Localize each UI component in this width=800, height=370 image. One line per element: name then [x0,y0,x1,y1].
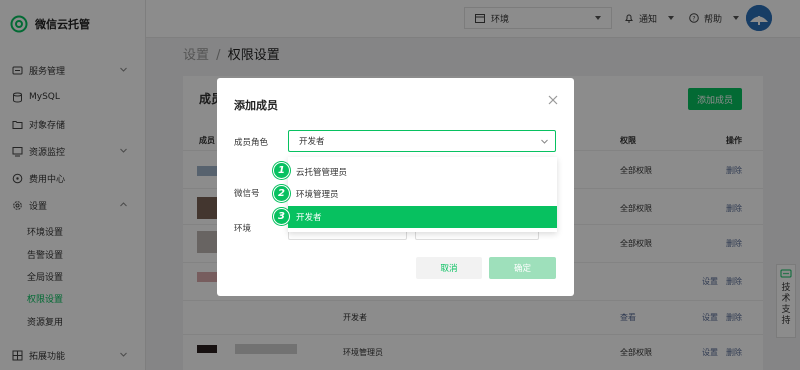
role-option-cloud-admin[interactable]: 云托管管理员 [288,161,557,183]
role-option-label: 开发者 [296,213,322,223]
role-option-label: 云托管管理员 [296,168,348,178]
role-select[interactable]: 开发者 [288,130,556,152]
role-option-label: 环境管理员 [296,190,339,200]
step-badge: 3 [273,208,290,225]
role-field-label: 成员角色 [234,138,269,148]
wechat-field-label: 微信号 [234,189,260,199]
role-select-value: 开发者 [299,137,325,147]
role-option-env-admin[interactable]: 环境管理员 [288,183,557,205]
confirm-button[interactable]: 确定 [489,257,556,279]
step-badge: 2 [273,185,290,202]
role-dropdown-menu: 云托管管理员 环境管理员 开发者 [288,157,557,232]
cancel-button[interactable]: 取消 [416,257,482,279]
role-option-developer[interactable]: 开发者 [288,206,557,228]
chevron-down-icon [540,137,549,146]
env-field-label: 环境 [234,224,252,234]
close-icon[interactable] [547,94,559,106]
step-badge: 1 [273,162,290,179]
dialog-title: 添加成员 [234,99,278,112]
